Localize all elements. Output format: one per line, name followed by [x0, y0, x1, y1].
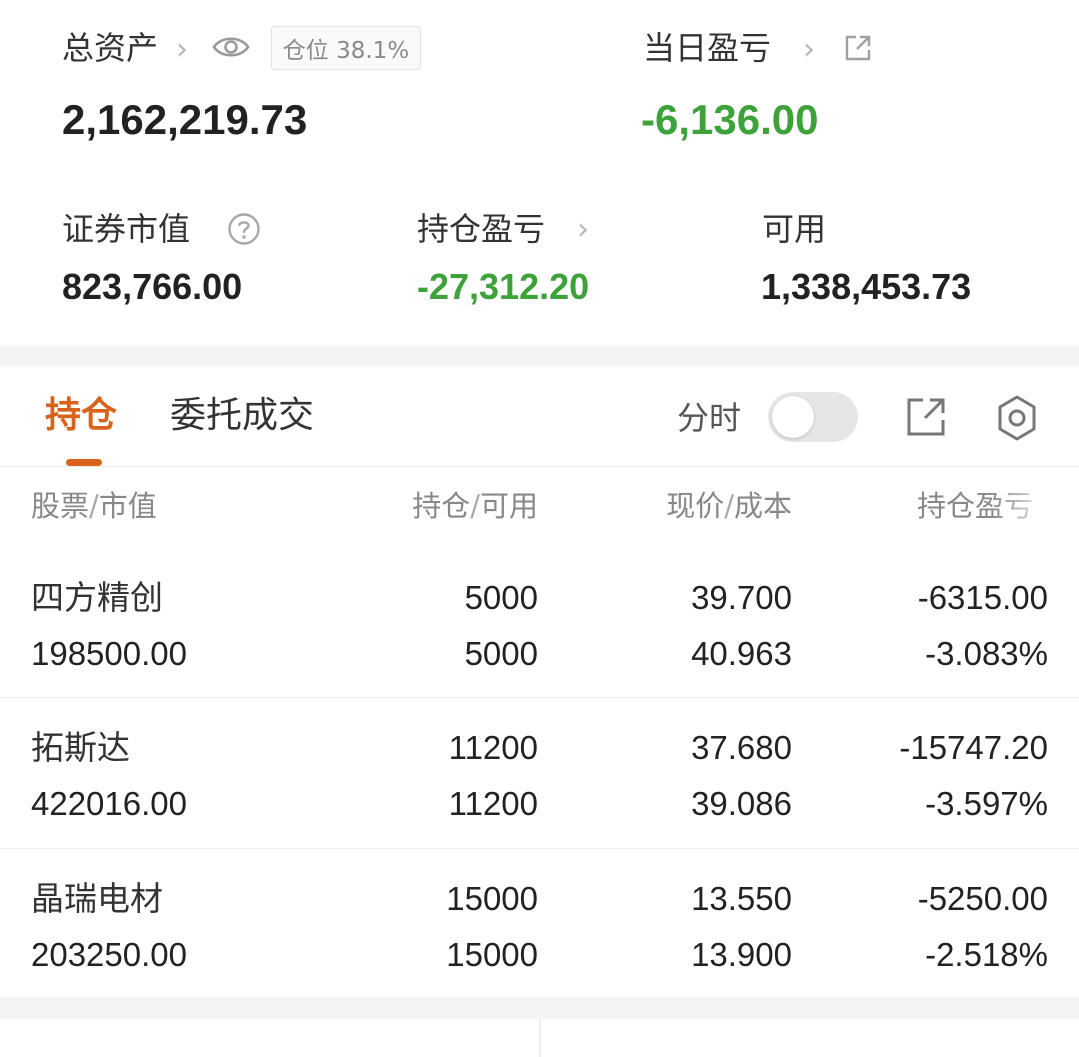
stock-market-value: 198500.00	[31, 635, 187, 672]
position-ratio-badge: 仓位 38.1%	[271, 26, 421, 70]
holding-pnl-value: -27,312.20	[417, 266, 590, 307]
stock-pnl-percent: -3.083%	[925, 635, 1048, 672]
stock-market-value: 422016.00	[31, 785, 187, 822]
header-price-cost[interactable]: 现价/成本	[642, 492, 792, 521]
stock-cost: 13.900	[691, 936, 792, 973]
tab-active-indicator	[66, 459, 102, 466]
available-label: 可用	[762, 210, 827, 248]
total-assets-value: 2,162,219.73	[62, 96, 308, 143]
header-slash: /	[89, 489, 99, 523]
stock-available: 11200	[448, 785, 538, 822]
stock-available: 15000	[446, 936, 538, 973]
stock-pnl: -15747.20	[899, 729, 1048, 766]
chevron-right-icon[interactable]: ›	[803, 35, 815, 65]
header-fade-overlay	[990, 485, 1079, 535]
market-value: 823,766.00	[62, 266, 243, 307]
settings-gear-icon[interactable]	[993, 394, 1041, 442]
stock-name: 拓斯达	[31, 728, 130, 767]
header-cost: 成本	[733, 489, 792, 523]
divider	[0, 466, 1079, 467]
section-divider	[0, 346, 1079, 366]
stock-position: 11200	[448, 729, 538, 766]
total-assets-label: 总资产	[62, 29, 159, 67]
available-value: 1,338,453.73	[761, 266, 972, 307]
table-row[interactable]	[0, 548, 1079, 698]
export-icon[interactable]	[905, 396, 947, 438]
table-row[interactable]	[0, 698, 1079, 848]
header-market-value: 市值	[98, 489, 157, 523]
header-position-available[interactable]: 持仓/可用	[388, 492, 538, 521]
total-assets-header[interactable]: 总资产	[62, 32, 158, 64]
section-divider	[0, 997, 1079, 1019]
chevron-right-icon[interactable]: ›	[176, 35, 188, 65]
stock-available: 5000	[464, 635, 538, 672]
question-icon[interactable]	[227, 212, 261, 246]
stock-price: 37.680	[691, 729, 792, 766]
header-slash: /	[724, 489, 734, 523]
stock-name: 晶瑞电材	[31, 879, 163, 918]
header-price: 现价	[666, 489, 725, 523]
stock-pnl-percent: -2.518%	[925, 936, 1048, 973]
stock-position: 15000	[446, 880, 538, 917]
eye-icon[interactable]	[212, 33, 250, 61]
header-stock: 股票	[31, 489, 90, 523]
table-row[interactable]	[0, 849, 1079, 997]
header-stock-value[interactable]: 股票/市值	[31, 492, 157, 521]
stock-pnl-percent: -3.597%	[925, 785, 1048, 822]
market-value-label: 证券市值	[62, 210, 191, 248]
stock-pnl: -5250.00	[917, 880, 1048, 917]
daily-pnl-label[interactable]: 当日盈亏	[643, 32, 771, 64]
stock-market-value: 203250.00	[31, 936, 187, 973]
stock-pnl: -6315.00	[917, 579, 1048, 616]
header-available: 可用	[479, 489, 538, 523]
daily-pnl-value: -6,136.00	[641, 96, 819, 143]
header-position: 持仓	[412, 489, 471, 523]
stock-cost: 40.963	[691, 635, 792, 672]
bottom-divider	[539, 1019, 541, 1057]
stock-position: 5000	[464, 579, 538, 616]
header-slash: /	[470, 489, 480, 523]
external-link-icon[interactable]	[843, 33, 873, 63]
stock-cost: 39.086	[691, 785, 792, 822]
toggle-knob	[772, 396, 814, 438]
stock-name: 四方精创	[31, 578, 163, 617]
holding-pnl-label[interactable]: 持仓盈亏	[417, 213, 545, 245]
intraday-label: 分时	[677, 399, 742, 437]
chevron-right-icon[interactable]: ›	[577, 215, 589, 245]
stock-price: 39.700	[691, 579, 792, 616]
intraday-toggle[interactable]	[768, 392, 858, 442]
tab-holdings[interactable]: 持仓	[45, 398, 117, 434]
tab-orders[interactable]: 委托成交	[170, 398, 314, 434]
stock-price: 13.550	[691, 880, 792, 917]
